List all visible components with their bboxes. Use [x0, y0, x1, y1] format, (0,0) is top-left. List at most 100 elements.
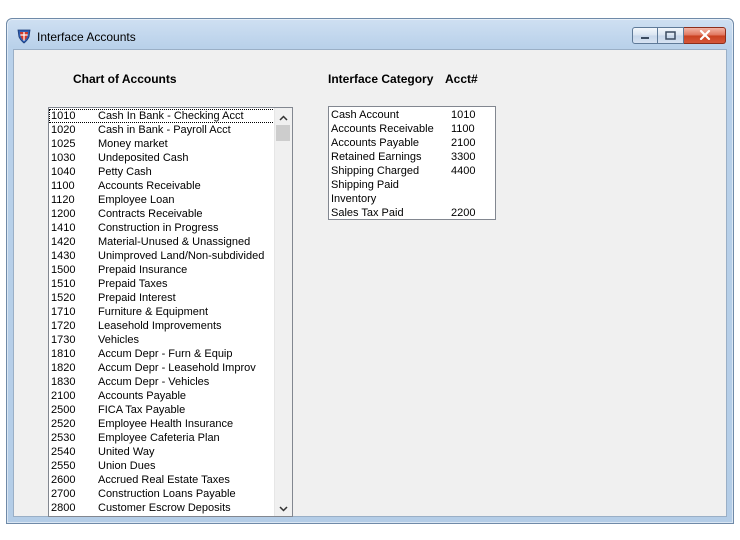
interface-accounts-window: Interface Accounts Chart of Accounts 101…	[6, 18, 734, 524]
table-row[interactable]: Retained Earnings 3300	[329, 150, 495, 164]
account-number: 1510	[51, 278, 76, 290]
list-item[interactable]: 2550 Union Dues	[49, 459, 275, 473]
account-name: Petty Cash	[98, 166, 152, 178]
interface-category-rows: Cash Account 1010 Accounts Receivable 1100 A…	[329, 108, 495, 220]
list-item[interactable]: 2600 Accrued Real Estate Taxes	[49, 473, 275, 487]
list-item[interactable]: 2530 Employee Cafeteria Plan	[49, 431, 275, 445]
account-number: 1830	[51, 376, 76, 388]
account-number: 1410	[51, 222, 76, 234]
account-number: 2800	[51, 502, 76, 514]
interface-category-cell: Accounts Receivable	[331, 123, 434, 135]
chart-of-accounts-list[interactable]: 1010 Cash In Bank - Checking Acct 1020 Cash…	[48, 107, 293, 517]
table-row[interactable]: Shipping Charged 4400	[329, 164, 495, 178]
list-item[interactable]: 1520 Prepaid Interest	[49, 291, 275, 305]
list-item[interactable]: 2700 Construction Loans Payable	[49, 487, 275, 501]
list-item[interactable]: 1510 Prepaid Taxes	[49, 277, 275, 291]
caption-buttons	[632, 27, 726, 45]
app-shield-icon[interactable]	[16, 28, 32, 44]
list-item[interactable]: 2100 Accounts Payable	[49, 389, 275, 403]
account-number: 1010	[51, 110, 76, 122]
minimize-button[interactable]	[632, 27, 658, 44]
list-item[interactable]: 1420 Material-Unused & Unassigned	[49, 235, 275, 249]
chart-of-accounts-rows: 1010 Cash In Bank - Checking Acct 1020 Cash…	[49, 109, 275, 515]
list-item[interactable]: 1025 Money market	[49, 137, 275, 151]
account-number: 1710	[51, 306, 76, 318]
account-number: 2700	[51, 488, 76, 500]
close-button[interactable]	[684, 27, 726, 44]
list-item[interactable]: 1710 Furniture & Equipment	[49, 305, 275, 319]
acct-number-cell[interactable]: 2200	[451, 206, 475, 220]
list-item[interactable]: 1410 Construction in Progress	[49, 221, 275, 235]
window-title: Interface Accounts	[37, 30, 136, 44]
acct-number-cell[interactable]: 1010	[451, 108, 475, 122]
acct-number-cell[interactable]: 3300	[451, 150, 475, 164]
interface-category-cell: Sales Tax Paid	[331, 207, 404, 219]
account-number: 1430	[51, 250, 76, 262]
table-row[interactable]: Shipping Paid	[329, 178, 495, 192]
maximize-button[interactable]	[658, 27, 684, 44]
account-number: 1020	[51, 124, 76, 136]
list-item[interactable]: 2520 Employee Health Insurance	[49, 417, 275, 431]
acct-number-header: Acct#	[445, 72, 478, 86]
account-number: 2500	[51, 404, 76, 416]
account-name: Customer Escrow Deposits	[98, 502, 231, 514]
list-item[interactable]: 1820 Accum Depr - Leasehold Improv	[49, 361, 275, 375]
interface-category-cell: Accounts Payable	[331, 137, 420, 149]
list-item[interactable]: 1830 Accum Depr - Vehicles	[49, 375, 275, 389]
interface-category-grid[interactable]: Cash Account 1010 Accounts Receivable 1100 A…	[328, 106, 496, 220]
account-number: 1100	[51, 180, 75, 192]
table-row[interactable]: Sales Tax Paid 2200	[329, 206, 495, 220]
interface-category-cell: Cash Account	[331, 109, 399, 121]
list-item[interactable]: 1120 Employee Loan	[49, 193, 275, 207]
account-number: 2600	[51, 474, 76, 486]
account-number: 2520	[51, 418, 76, 430]
list-item[interactable]: 1010 Cash In Bank - Checking Acct	[49, 109, 275, 123]
acct-number-cell[interactable]: 2100	[451, 136, 475, 150]
acct-number-cell[interactable]: 1100	[451, 122, 475, 136]
table-row[interactable]: Cash Account 1010	[329, 108, 495, 122]
account-name: Accum Depr - Leasehold Improv	[98, 362, 256, 374]
account-name: Accounts Receivable	[98, 180, 201, 192]
account-number: 2530	[51, 432, 76, 444]
list-item[interactable]: 2540 United Way	[49, 445, 275, 459]
account-number: 1025	[51, 138, 76, 150]
table-row[interactable]: Accounts Receivable 1100	[329, 122, 495, 136]
close-icon	[699, 27, 711, 45]
chevron-up-icon	[279, 108, 288, 126]
scroll-thumb[interactable]	[276, 125, 290, 141]
list-item[interactable]: 1810 Accum Depr - Furn & Equip	[49, 347, 275, 361]
account-number: 1720	[51, 320, 76, 332]
maximize-icon	[665, 27, 676, 45]
account-name: Employee Health Insurance	[98, 418, 234, 430]
account-number: 1420	[51, 236, 76, 248]
scroll-down-button[interactable]	[275, 499, 292, 516]
list-item[interactable]: 1430 Unimproved Land/Non-subdivided	[49, 249, 275, 263]
interface-category-cell: Shipping Paid	[331, 179, 399, 191]
account-name: Accum Depr - Furn & Equip	[98, 348, 233, 360]
account-number: 1520	[51, 292, 76, 304]
account-name: Union Dues	[98, 460, 156, 472]
interface-category-cell: Shipping Charged	[331, 165, 420, 177]
list-item[interactable]: 1030 Undeposited Cash	[49, 151, 275, 165]
list-item[interactable]: 1020 Cash in Bank - Payroll Acct	[49, 123, 275, 137]
account-name: Money market	[98, 138, 168, 150]
account-name: Employee Cafeteria Plan	[98, 432, 220, 444]
list-item[interactable]: 1040 Petty Cash	[49, 165, 275, 179]
list-item[interactable]: 1200 Contracts Receivable	[49, 207, 275, 221]
account-name: Furniture & Equipment	[98, 306, 209, 318]
list-item[interactable]: 1720 Leasehold Improvements	[49, 319, 275, 333]
list-item[interactable]: 1500 Prepaid Insurance	[49, 263, 275, 277]
table-row[interactable]: Inventory	[329, 192, 495, 206]
account-name: Material-Unused & Unassigned	[98, 236, 251, 248]
list-item[interactable]: 1730 Vehicles	[49, 333, 275, 347]
list-scrollbar[interactable]	[274, 108, 292, 516]
table-row[interactable]: Accounts Payable 2100	[329, 136, 495, 150]
account-number: 1810	[51, 348, 76, 360]
scroll-up-button[interactable]	[275, 108, 292, 125]
list-item[interactable]: 2500 FICA Tax Payable	[49, 403, 275, 417]
list-item[interactable]: 1100 Accounts Receivable	[49, 179, 275, 193]
interface-category-cell: Inventory	[331, 193, 377, 205]
title-bar[interactable]: Interface Accounts	[7, 19, 733, 49]
acct-number-cell[interactable]: 4400	[451, 164, 475, 178]
list-item[interactable]: 2800 Customer Escrow Deposits	[49, 501, 275, 515]
